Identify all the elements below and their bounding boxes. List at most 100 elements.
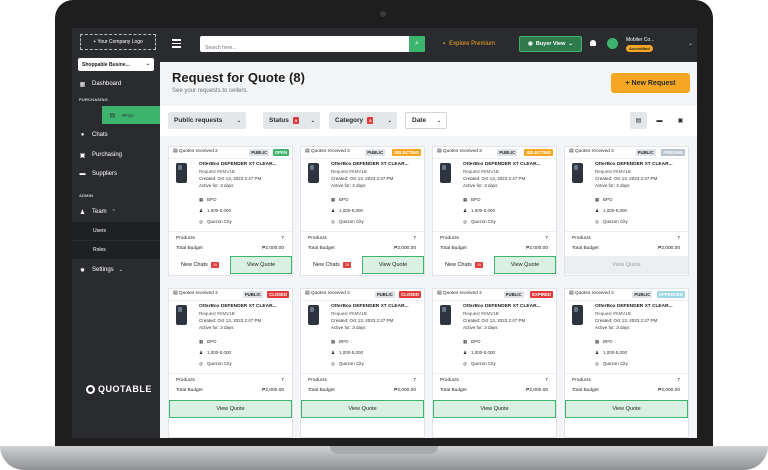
location: ◎ Quezon City xyxy=(199,219,232,224)
view-quote-button[interactable]: View Quote xyxy=(169,400,292,418)
page-subtitle: See your requests to sellers. xyxy=(172,88,249,94)
people-icon: ♟ xyxy=(199,208,204,213)
chevron-down-icon[interactable]: ⌄ xyxy=(688,40,693,47)
people-icon: ♟ xyxy=(199,350,204,355)
products-row: Products 7 xyxy=(308,378,416,383)
divider xyxy=(169,373,292,374)
team-icon: ♟ xyxy=(79,209,86,216)
rfq-card[interactable]: ▤ Quotes received 2 PUBLIC EXPIRED OtterBox… xyxy=(432,288,557,438)
created-date: Created: Oct 13, 2023 2:47 PM xyxy=(595,176,658,181)
view-quote-button[interactable]: View Quote xyxy=(565,256,688,274)
quotes-received: ▤ Quotes received 2 xyxy=(173,291,218,296)
section-purchasing: PURCHASING xyxy=(79,97,108,102)
gear-icon: ✹ xyxy=(79,267,86,274)
grid-view-icon[interactable]: ▤ xyxy=(630,112,647,129)
status-filter[interactable]: Status 5 ⌄ xyxy=(263,112,320,129)
date-filter[interactable]: Date ⌄ xyxy=(405,112,447,129)
sidebar-item-purchasing[interactable]: ▣ Purchasing xyxy=(72,146,160,164)
filter-bar: Public requests ⌄ Status 5 ⌄ Category 3 … xyxy=(160,106,697,136)
view-quote-button[interactable]: View Quote xyxy=(494,256,556,274)
business-type: ▦ BPO xyxy=(463,339,481,344)
filter-label: Category xyxy=(335,117,364,124)
laptop-base xyxy=(0,446,768,470)
people-icon: ♟ xyxy=(331,208,336,213)
products-row: Products 7 xyxy=(176,236,284,241)
quotes-received: ▤ Quotes received 2 xyxy=(437,291,482,296)
status-badge: PENDING xyxy=(661,149,685,156)
rfq-card[interactable]: ▤ Quotes received 2 PUBLIC CLOSED OtterBox … xyxy=(300,288,425,438)
view-quote-button[interactable]: View Quote xyxy=(433,400,556,418)
card-header: ▤ Quotes received 2 PUBLIC CLOSED xyxy=(301,289,424,301)
explore-premium-link[interactable]: ▪ Explore Premium xyxy=(443,41,495,47)
business-type: ▦ BPO xyxy=(595,197,613,202)
chevron-down-icon: ⌄ xyxy=(236,117,241,124)
product-image xyxy=(308,163,319,183)
rfq-icon: ▤ xyxy=(109,112,116,119)
view-quote-button[interactable]: View Quote xyxy=(230,256,292,274)
sidebar-item-team[interactable]: ♟ Team ⌃ xyxy=(72,203,160,221)
location-icon: ◎ xyxy=(463,361,467,366)
location-icon: ◎ xyxy=(331,361,335,366)
view-quote-button[interactable]: View Quote xyxy=(301,400,424,418)
new-request-button[interactable]: + New Request xyxy=(611,73,690,93)
rfq-card[interactable]: ▤ Quotes received 3 PUBLIC SELECTING OtterB… xyxy=(432,146,557,276)
product-image xyxy=(572,163,583,183)
location-icon: ◎ xyxy=(595,361,599,366)
quotes-received: ▤ Quotes received 2 xyxy=(173,149,218,154)
product-name: OtterBox DEFENDER XT CLEAR... xyxy=(331,304,409,309)
rfq-card[interactable]: ▤ Quotes received 3 PUBLIC PENDING OtterBox… xyxy=(564,146,689,276)
sidebar-item-users[interactable]: Users xyxy=(72,222,160,240)
view-quote-button[interactable]: View Quote xyxy=(362,256,424,274)
filter-label: Date xyxy=(412,117,427,124)
sidebar-item-chats[interactable]: ● Chats xyxy=(72,126,160,144)
status-count-badge: 5 xyxy=(292,117,300,124)
quotable-logo-icon xyxy=(86,384,95,394)
budget-row: Total Budget ₱2,000.00 xyxy=(308,246,416,251)
brand-name: QUOTABLE xyxy=(98,384,152,394)
products-row: Products 7 xyxy=(176,378,284,383)
people-icon: ♟ xyxy=(463,208,468,213)
rfq-card[interactable]: ▤ Quotes received 2 PUBLIC OPEN OtterBox DE… xyxy=(168,146,293,276)
chevron-down-icon: ⌄ xyxy=(310,117,315,124)
search-icon[interactable]: ⌕ xyxy=(409,36,425,52)
new-chats-button[interactable]: New Chats 15 xyxy=(433,256,495,274)
created-date: Created: Oct 13, 2023 2:47 PM xyxy=(331,318,394,323)
card-footer: New Chats 15 View Quote xyxy=(433,256,556,274)
public-requests-filter[interactable]: Public requests ⌄ xyxy=(168,112,246,129)
product-name: OtterBox DEFENDER XT CLEAR... xyxy=(595,304,673,309)
rfq-card[interactable]: ▤ Quotes received 2 PUBLIC APPROVED OtterBo… xyxy=(564,288,689,438)
new-chats-button[interactable]: New Chats 15 xyxy=(301,256,363,274)
building-icon: ▦ xyxy=(595,197,600,202)
sidebar-item-suppliers[interactable]: ▬ Suppliers xyxy=(72,165,160,183)
list-view-icon[interactable]: ▬ xyxy=(651,112,668,129)
active-duration: Active for: 3 days xyxy=(331,183,366,188)
new-chats-button[interactable]: New Chats 15 xyxy=(169,256,231,274)
search-input[interactable] xyxy=(200,40,407,56)
view-quote-button[interactable]: View Quote xyxy=(565,400,688,418)
budget-row: Total Budget ₱2,000.00 xyxy=(176,388,284,393)
product-name: OtterBox DEFENDER XT CLEAR... xyxy=(595,162,673,167)
sidebar-item-dashboard[interactable]: ▦ Dashboard xyxy=(72,75,160,93)
category-filter[interactable]: Category 3 ⌄ xyxy=(329,112,397,129)
bell-icon[interactable] xyxy=(590,40,597,48)
menu-icon[interactable] xyxy=(172,39,181,50)
rfq-card[interactable]: ▤ Quotes received 3 PUBLIC SELECTING OtterB… xyxy=(300,146,425,276)
sidebar-item-settings[interactable]: ✹ Settings ⌄ xyxy=(72,261,160,279)
sidebar-item-roles[interactable]: Roles xyxy=(72,241,160,259)
location: ◎ Quezon City xyxy=(595,219,628,224)
truck-icon: ▬ xyxy=(79,171,86,177)
building-icon: ▦ xyxy=(199,339,204,344)
sidebar-item-label: Team xyxy=(92,209,107,215)
buyer-view-toggle[interactable]: ◉ Buyer View ⌄ xyxy=(519,36,582,52)
request-id: Request #KMV1B xyxy=(199,311,235,316)
company-logo-upload[interactable]: + Your Company Logo xyxy=(80,34,156,50)
rfq-card[interactable]: ▤ Quotes received 2 PUBLIC CLOSED OtterBox … xyxy=(168,288,293,438)
business-select[interactable]: Shoppable Busine... ⌄ xyxy=(78,58,154,71)
table-view-icon[interactable]: ▣ xyxy=(672,112,689,129)
company-size: ♟ 1,000-5,000 xyxy=(199,208,232,213)
avatar[interactable] xyxy=(607,38,618,49)
location-icon: ◎ xyxy=(595,219,599,224)
building-icon: ▦ xyxy=(331,339,336,344)
chevron-down-icon: ⌄ xyxy=(118,267,123,273)
status-badge: EXPIRED xyxy=(530,291,553,298)
